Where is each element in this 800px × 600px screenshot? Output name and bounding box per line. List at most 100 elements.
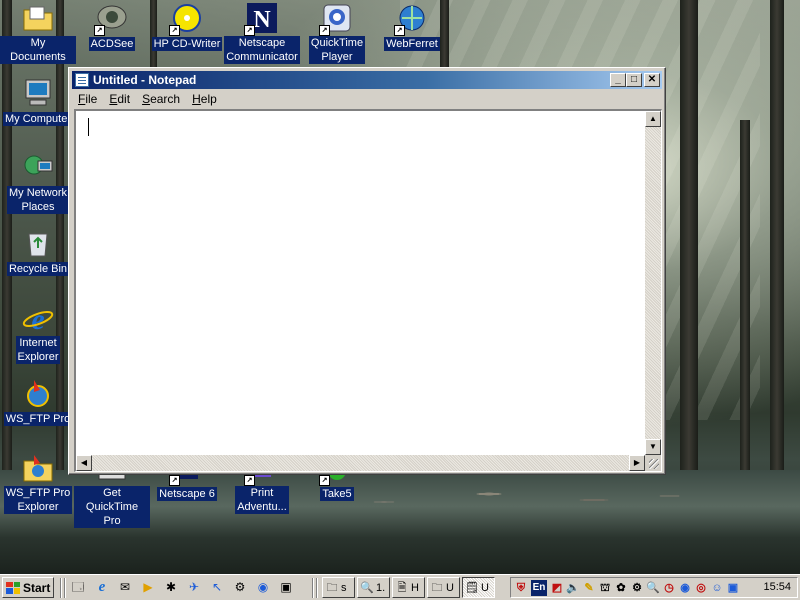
resize-grip[interactable] (645, 455, 661, 471)
task-label: U (446, 581, 454, 594)
vertical-scrollbar[interactable]: ▲ ▼ (645, 111, 661, 455)
messenger-icon[interactable]: ☺ (709, 580, 725, 596)
title-bar[interactable]: Untitled - Notepad _ □ ✕ (72, 71, 662, 89)
desktop-icon-my-documents[interactable]: My Documents (0, 2, 76, 64)
taskbar-button-active[interactable]: 🗒 U (462, 577, 495, 598)
menu-bar: File Edit Search Help (72, 90, 662, 108)
shortcut-arrow-icon: ↗ (169, 475, 180, 486)
app-icon-2[interactable]: ✈ (186, 579, 202, 595)
desktop-icon-my-computer[interactable]: My Computer (0, 77, 76, 126)
desktop-icon-ws-ftp-pro-explorer[interactable]: WS_FTP Pro Explorer (0, 452, 76, 514)
desktop-icon-label: QuickTime Player (308, 36, 366, 64)
app-icon-5[interactable]: ◉ (255, 579, 271, 595)
desktop-icon-quicktime-player[interactable]: ↗ QuickTime Player (299, 2, 375, 64)
app-icon-4[interactable]: ⚙ (232, 579, 248, 595)
cd-writer-icon: ↗ (169, 2, 203, 36)
app-icon-1[interactable]: ✱ (163, 579, 179, 595)
computer-icon (22, 77, 54, 109)
desktop-icon-acdsee[interactable]: ↗ ACDSee (74, 2, 150, 51)
shortcut-arrow-icon: ↗ (319, 25, 330, 36)
scroll-left-button[interactable]: ◀ (76, 455, 92, 471)
desktop-icon-label: Internet Explorer (15, 336, 61, 364)
taskbar-separator (64, 578, 66, 598)
taskbar-button[interactable]: 🗀 s (322, 577, 355, 598)
menu-help[interactable]: Help (186, 92, 223, 106)
shortcut-arrow-icon: ↗ (394, 25, 405, 36)
clock[interactable]: 15:54 (763, 581, 791, 593)
taskbar: Start 🗔 e ✉ ▶ ✱ ✈ ↖ ⚙ ◉ ▣ 🗀 s 🔍 1. 🗎 H 🗀… (0, 574, 800, 600)
show-desktop-icon[interactable]: 🗔 (70, 579, 86, 595)
outlook-icon[interactable]: ✉ (117, 579, 133, 595)
desktop-icon-label: My Computer (2, 112, 74, 126)
desktop-icon-label: Get QuickTime Pro (74, 486, 150, 528)
desktop-icon-my-network-places[interactable]: My Network Places (0, 152, 76, 214)
notepad-window[interactable]: Untitled - Notepad _ □ ✕ File Edit Searc… (68, 67, 666, 475)
scroll-up-button[interactable]: ▲ (645, 111, 661, 127)
scroll-right-button[interactable]: ▶ (629, 455, 645, 471)
acdsee-icon: ↗ (94, 2, 128, 36)
start-label: Start (23, 580, 51, 595)
winamp-icon[interactable]: ▶ (140, 579, 156, 595)
opera-icon[interactable]: ◎ (693, 580, 709, 596)
paw-icon[interactable]: ✿ (613, 580, 629, 596)
explorer-icon: 🗀 (431, 581, 443, 594)
desktop-icon-ws-ftp-pro[interactable]: WS_FTP Pro (0, 377, 76, 426)
update-icon[interactable]: ▣ (725, 580, 741, 596)
editor-text[interactable] (80, 114, 641, 451)
magnifier-icon[interactable]: 🔍 (645, 580, 661, 596)
volume-icon[interactable]: 🔈 (565, 580, 581, 596)
display-icon[interactable]: ◉ (677, 580, 693, 596)
minimize-button[interactable]: _ (610, 73, 626, 87)
taskbar-button[interactable]: 🗎 H (392, 577, 425, 598)
text-editor[interactable]: ▲ ▼ ◀ ▶ (74, 109, 662, 472)
scheduler-icon[interactable]: ◷ (661, 580, 677, 596)
desktop-icon-webferret[interactable]: ↗ WebFerret (374, 2, 450, 51)
tree-trunk (740, 120, 750, 470)
quicktime-icon: ↗ (319, 2, 353, 36)
network-icon (22, 152, 54, 184)
menu-label: earch (150, 92, 181, 106)
app-tray-icon[interactable]: ◩ (549, 580, 565, 596)
internet-explorer-icon[interactable]: e (94, 579, 110, 595)
search-icon: 🔍 (360, 581, 374, 594)
desktop-icon-recycle-bin[interactable]: Recycle Bin (0, 227, 76, 276)
settings-icon[interactable]: ⚙ (629, 580, 645, 596)
svg-text:e: e (31, 303, 44, 333)
scroll-down-button[interactable]: ▼ (645, 439, 661, 455)
notepad-icon[interactable] (75, 73, 89, 87)
close-button[interactable]: ✕ (644, 73, 660, 87)
desktop-icon-label: Netscape Communicator (224, 36, 300, 64)
shortcut-arrow-icon: ↗ (244, 25, 255, 36)
taskbar-button[interactable]: 🗀 U (427, 577, 460, 598)
start-button[interactable]: Start (2, 577, 54, 598)
taskbar-separator (60, 578, 62, 598)
desktop-icon-internet-explorer[interactable]: e Internet Explorer (0, 302, 76, 364)
svg-text:N: N (253, 7, 271, 33)
netscape-icon: N ↗ (244, 2, 278, 36)
window-title: Untitled - Notepad (93, 73, 197, 87)
menu-accelerator: H (192, 92, 201, 106)
desktop-icon-label: Take5 (320, 487, 354, 501)
menu-edit[interactable]: Edit (103, 92, 136, 106)
pencil-icon[interactable]: ✎ (581, 580, 597, 596)
language-indicator[interactable]: En (531, 580, 547, 596)
app-icon-3[interactable]: ↖ (209, 579, 225, 595)
app-icon-6[interactable]: ▣ (278, 579, 294, 595)
menu-search[interactable]: Search (136, 92, 186, 106)
webferret-icon: ↗ (394, 2, 428, 36)
desktop-icon-label: My Network Places (6, 186, 70, 214)
task-label: s (341, 581, 347, 594)
text-caret (88, 118, 89, 136)
taskbar-button[interactable]: 🔍 1. (357, 577, 390, 598)
maximize-button[interactable]: □ (626, 73, 642, 87)
menu-file[interactable]: File (72, 92, 103, 106)
antivirus-shield-icon[interactable]: ⛨ (513, 580, 529, 596)
desktop-icon-hp-cd-writer[interactable]: ↗ HP CD-Writer (149, 2, 225, 51)
desktop-icon-label: Recycle Bin (6, 262, 70, 276)
horizontal-scrollbar[interactable]: ◀ ▶ (76, 455, 645, 471)
internet-explorer-icon: e (22, 302, 54, 334)
desktop-icon-label: WebFerret (384, 37, 440, 51)
desktop-icon-netscape-communicator[interactable]: N ↗ Netscape Communicator (224, 2, 300, 64)
network-tray-icon[interactable]: ⛫ (597, 580, 613, 596)
document-icon: 🗎 (397, 581, 407, 594)
